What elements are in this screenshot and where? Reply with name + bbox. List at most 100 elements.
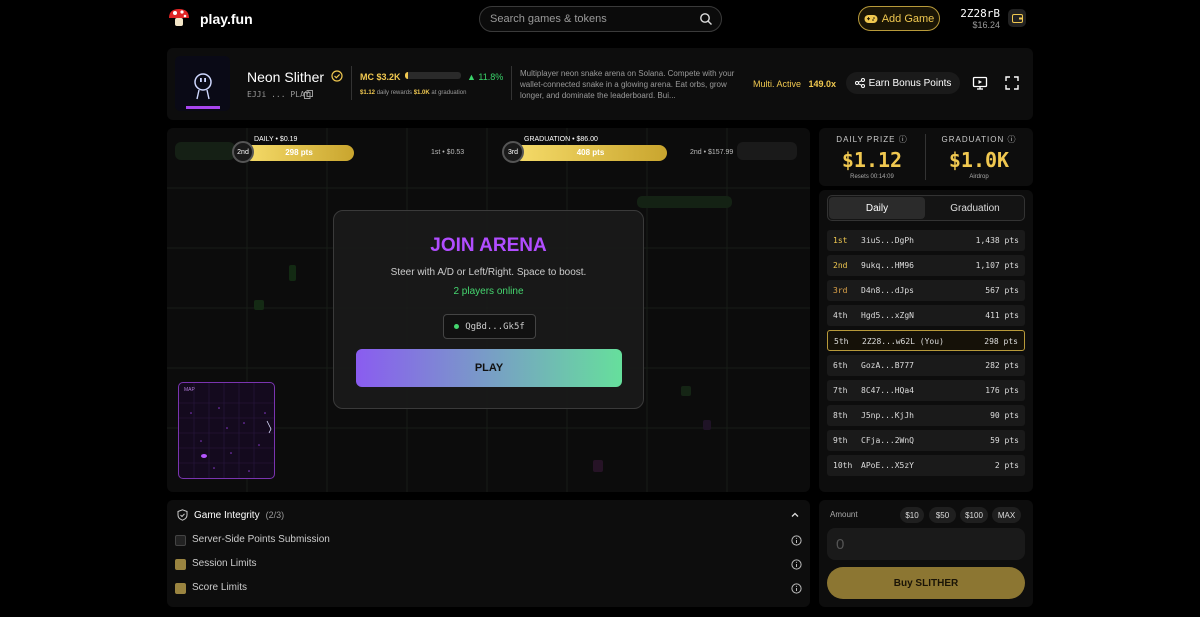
graduation-next-label: 2nd • $157.99 (690, 149, 734, 156)
row-points: 176 pts (985, 386, 1019, 395)
minimap-view (179, 383, 274, 478)
verified-icon (331, 70, 343, 82)
leaderboard-row[interactable]: 10th APoE...X5zY 2 pts (827, 455, 1025, 476)
buy-button[interactable]: Buy SLITHER (827, 567, 1025, 599)
shield-icon (177, 509, 188, 521)
graduation-points: 408 pts (576, 148, 605, 157)
earn-bonus-button[interactable]: Earn Bonus Points (846, 72, 960, 94)
integrity-checkbox[interactable] (175, 535, 186, 546)
daily-next-label: 1st • $0.53 (431, 149, 465, 156)
snake-icon (186, 73, 220, 109)
info-icon[interactable]: ⓘ (899, 135, 908, 144)
amount-chip-100[interactable]: $100 (960, 507, 988, 523)
chevron-up-icon[interactable] (790, 510, 800, 520)
daily-reset-timer: Resets 00:14:09 (850, 174, 894, 180)
game-header: Neon Slither EJJi ... PLAY MC $3.2K ▲ 11… (167, 48, 1033, 120)
game-title: Neon Slither (247, 69, 325, 85)
graduation-rank-badge: 3rd (502, 141, 524, 163)
players-online: 2 players online (453, 286, 524, 297)
leaderboard: Daily Graduation 1st 3iuS...DgPh 1,438 pts… (819, 190, 1033, 492)
info-icon[interactable] (791, 535, 802, 546)
multiplier: Multi. Active 149.0x (753, 79, 836, 89)
graduation-next-rank: 2nd • $157.99 (690, 136, 780, 168)
integrity-item: Server-Side Points Submission (175, 532, 802, 550)
amount-chip-max[interactable]: MAX (992, 507, 1021, 523)
wallet-address: QgBd...Gk5f (465, 321, 525, 332)
leaderboard-row[interactable]: 8th J5np...KjJh 90 pts (827, 405, 1025, 426)
join-title: JOIN ARENA (430, 235, 547, 256)
row-player: D4n8...dJps (861, 286, 914, 295)
rewards-summary: $1.12 daily rewards $1.0K at graduation (360, 90, 466, 96)
row-player: 2Z28...w62L (You) (862, 337, 944, 346)
row-rank: 7th (833, 386, 848, 395)
leaderboard-row[interactable]: 9th CFja...2WnQ 59 pts (827, 430, 1025, 451)
user-id[interactable]: 2Z28rB (948, 7, 1000, 20)
share-icon (854, 78, 865, 88)
row-player: APoE...X5zY (861, 461, 914, 470)
leaderboard-row[interactable]: 1st 3iuS...DgPh 1,438 pts (827, 230, 1025, 251)
game-thumbnail[interactable] (175, 56, 230, 111)
monitor-icon[interactable] (972, 75, 988, 91)
amount-chip-50[interactable]: $50 (929, 507, 956, 523)
brand-name[interactable]: play.fun (200, 11, 253, 27)
row-rank: 9th (833, 436, 848, 445)
graduation-prize-label-row: GRADUATION ⓘ (926, 134, 1032, 145)
integrity-item-label: Score Limits (192, 582, 248, 593)
row-player: 9ukq...HM96 (861, 261, 914, 270)
game-description: Multiplayer neon snake arena on Solana. … (520, 69, 735, 100)
integrity-item: Score Limits (175, 580, 802, 598)
info-icon[interactable]: ⓘ (1007, 135, 1016, 144)
row-rank: 6th (833, 361, 848, 370)
play-button[interactable]: PLAY (356, 349, 622, 387)
integrity-checkbox[interactable] (175, 559, 186, 570)
row-rank: 5th (834, 337, 849, 346)
amount-chip-10[interactable]: $10 (900, 507, 924, 523)
leaderboard-row[interactable]: 5th 2Z28...w62L (You) 298 pts (827, 330, 1025, 351)
row-points: 59 pts (990, 436, 1019, 445)
row-player: CFja...2WnQ (861, 436, 914, 445)
search-bar[interactable] (479, 6, 722, 32)
daily-rewards-value: $1.12 (360, 90, 376, 96)
tab-daily[interactable]: Daily (829, 197, 925, 219)
buy-panel: Amount $10 $50 $100 MAX Buy SLITHER (819, 500, 1033, 607)
integrity-item-label: Session Limits (192, 558, 257, 569)
info-icon[interactable] (791, 559, 802, 570)
add-game-button[interactable]: Add Game (858, 6, 940, 31)
row-points: 2 pts (994, 461, 1019, 470)
leaderboard-row[interactable]: 2nd 9ukq...HM96 1,107 pts (827, 255, 1025, 276)
row-rank: 8th (833, 411, 848, 420)
leaderboard-row[interactable]: 7th 8C47...HQa4 176 pts (827, 380, 1025, 401)
search-icon[interactable] (699, 12, 713, 26)
integrity-checkbox[interactable] (175, 583, 186, 594)
fullscreen-icon[interactable] (1004, 75, 1020, 91)
integrity-header[interactable]: Game Integrity (2/3) (177, 509, 284, 521)
game-canvas[interactable]: DAILY • $0.19 298 pts 2nd 1st • $0.53 GR… (167, 128, 810, 492)
top-bar: play.fun Add Game 2Z28rB $16.24 (0, 0, 1200, 40)
prize-panel: DAILY PRIZE ⓘ $1.12 Resets 00:14:09 GRAD… (819, 128, 1033, 186)
row-rank: 2nd (833, 261, 848, 270)
wallet-button[interactable] (1008, 9, 1026, 27)
graduation-label: at graduation (431, 90, 467, 96)
amount-input[interactable] (827, 528, 1025, 560)
leaderboard-row[interactable]: 6th GozA...B777 282 pts (827, 355, 1025, 376)
change-percent: ▲ 11.8% (467, 72, 504, 82)
graduation-prize: GRADUATION ⓘ $1.0K Airdrop (926, 134, 1032, 180)
graduation-prize-sub: Airdrop (969, 174, 989, 180)
daily-progress-label: DAILY • $0.19 (254, 136, 298, 143)
join-instructions: Steer with A/D or Left/Right. Space to b… (390, 267, 587, 278)
leaderboard-row[interactable]: 4th Hgd5...xZgN 411 pts (827, 305, 1025, 326)
tab-graduation[interactable]: Graduation (927, 197, 1023, 219)
graduation-progress-bar: 408 pts (514, 145, 667, 161)
daily-prize-label: DAILY PRIZE (836, 135, 896, 144)
leaderboard-row[interactable]: 3rd D4n8...dJps 567 pts (827, 280, 1025, 301)
copy-icon[interactable] (304, 90, 313, 99)
graduation-progress-label: GRADUATION • $86.00 (524, 136, 598, 143)
search-input[interactable] (490, 11, 690, 27)
row-points: 90 pts (990, 411, 1019, 420)
row-points: 298 pts (984, 337, 1018, 346)
row-player: 3iuS...DgPh (861, 236, 914, 245)
integrity-item-label: Server-Side Points Submission (192, 534, 330, 545)
mushroom-icon[interactable] (168, 8, 190, 28)
info-icon[interactable] (791, 583, 802, 594)
graduation-prize-value: $1.0K (948, 148, 1010, 172)
